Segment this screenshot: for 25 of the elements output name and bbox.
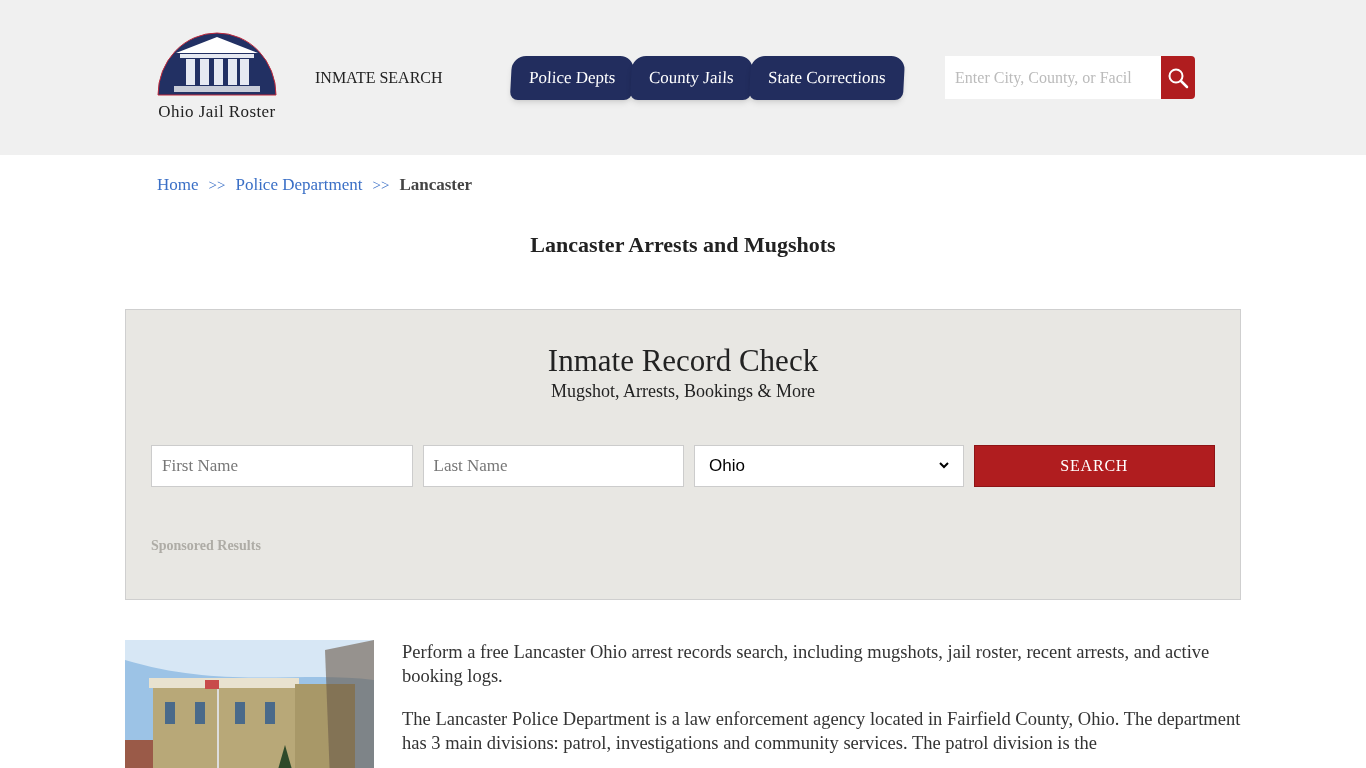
first-name-field[interactable]: First Name [151, 444, 413, 487]
search-button[interactable]: SEARCH [973, 444, 1215, 487]
paragraph: The Lancaster Police Department is a law enforcement agency located in Fairfield County, Ohio. The department has 3 main divisions: patrol, investigations and community services. The patrol division is the [402, 707, 1241, 755]
panel-subtitle: Mugshot, Arrests, Bookings & More [550, 379, 816, 403]
breadcrumb-link[interactable]: Police Department [235, 172, 363, 198]
courthouse-logo-icon[interactable] [156, 30, 278, 97]
nav-tab[interactable]: Police Depts [509, 55, 635, 100]
nav-tab[interactable]: County Jails [629, 55, 753, 100]
logo-text[interactable]: Ohio Jail Roster [158, 98, 276, 125]
paragraph: Perform a free Lancaster Ohio arrest records search, including mugshots, jail roster, recent arrests, and active booking logs. [402, 640, 1211, 688]
breadcrumb-current: Lancaster [399, 174, 473, 196]
page-title: Lancaster Arrests and Mugshots [529, 230, 837, 259]
breadcrumb-separator: >> [208, 175, 226, 195]
breadcrumb-link[interactable]: Home [157, 172, 199, 198]
last-name-field[interactable]: Last Name [422, 444, 684, 487]
search-button[interactable] [1161, 56, 1196, 99]
panel-title: Inmate Record Check [546, 343, 820, 378]
sponsored-results-label: Sponsored Results [151, 536, 262, 555]
site-search-field[interactable]: Enter City, County, or Facil [945, 56, 1162, 99]
nav-tab[interactable]: State Corrections [748, 55, 905, 100]
inmate-search-link[interactable]: INMATE SEARCH [315, 65, 443, 90]
state-dropdown[interactable]: Ohio [694, 444, 964, 487]
chevron-down-icon [938, 462, 949, 470]
search-icon [1167, 66, 1190, 89]
breadcrumb-separator: >> [372, 175, 390, 195]
